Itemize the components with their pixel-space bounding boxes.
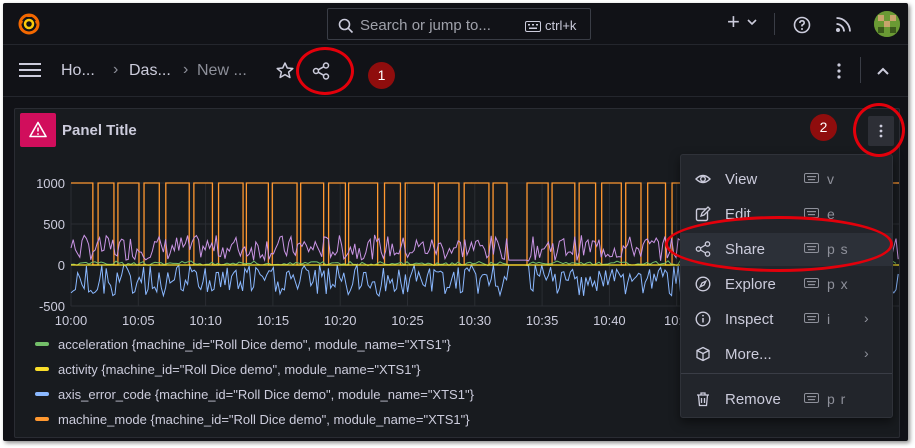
user-avatar[interactable] [874,11,900,37]
topbar-divider [774,13,775,35]
chevron-right-icon: › [864,345,869,361]
menu-item-inspect[interactable]: Inspect i › [681,303,892,336]
plus-icon: + [727,9,740,34]
legend-item-axis-error-code[interactable]: axis_error_code {machine_id="Roll Dice d… [35,387,474,402]
keyboard-icon [804,173,819,183]
breadcrumb-dashboards[interactable]: Das... [129,62,171,80]
x-tick-label: 10:15 [257,313,290,328]
edit-icon [695,206,711,222]
grafana-window: Search or jump to... ctrl+k + Ho... › Da… [3,3,908,441]
y-tick-label: -500 [39,299,65,314]
legend-item-acceleration[interactable]: acceleration {machine_id="Roll Dice demo… [35,337,451,352]
breadcrumb-home[interactable]: Ho... [61,62,95,80]
help-icon[interactable] [793,16,811,34]
keyboard-icon [804,278,819,288]
x-tick-label: 10:25 [391,313,424,328]
rss-icon[interactable] [835,16,852,33]
y-tick-label: 0 [58,258,65,273]
search-input[interactable]: Search or jump to... ctrl+k [327,8,591,40]
annotation-number-1: 1 [368,62,395,89]
legend-item-machine-mode[interactable]: machine_mode {machine_id="Roll Dice demo… [35,412,470,427]
info-icon [695,311,711,327]
keyboard-icon [525,21,541,32]
breadcrumb-separator: › [183,61,189,78]
x-tick-label: 10:00 [55,313,88,328]
menu-icon[interactable] [19,62,41,78]
new-button[interactable]: + [727,11,757,34]
legend-swatch [35,367,49,371]
keyboard-icon [804,313,819,323]
menu-item-remove[interactable]: Remove p r [681,383,892,416]
menu-divider [681,373,892,374]
keyboard-icon [804,393,819,403]
nav-divider [860,57,861,83]
chevron-up-icon[interactable] [876,66,890,76]
legend-swatch [35,417,49,421]
legend-item-activity[interactable]: activity {machine_id="Roll Dice demo", m… [35,362,420,377]
legend-swatch [35,342,49,346]
cube-icon [696,346,710,362]
legend-swatch [35,392,49,396]
avatar-pattern-icon [874,11,900,37]
breadcrumb-current: New ... [197,62,247,79]
x-tick-label: 10:20 [324,313,357,328]
x-tick-label: 10:05 [122,313,155,328]
annotation-circle-panel-menu [853,103,905,157]
y-tick-label: 1000 [36,176,65,191]
annotation-ellipse-share-item [665,216,893,272]
kebab-menu-icon[interactable] [837,62,841,80]
chevron-down-icon [747,19,757,26]
x-tick-label: 10:35 [526,313,559,328]
x-tick-label: 10:30 [459,313,492,328]
menu-item-view[interactable]: View v [681,163,892,196]
panel-context-menu: View v Edit e Share p s Explore p x Insp… [680,154,893,418]
menu-item-explore[interactable]: Explore p x [681,268,892,301]
chevron-right-icon: › [864,310,869,326]
trash-icon [697,392,709,407]
annotation-number-2: 2 [810,114,837,141]
menu-item-more[interactable]: More... › [681,338,892,371]
eye-icon [695,174,711,184]
x-tick-label: 10:40 [593,313,626,328]
breadcrumb-separator: › [113,61,119,78]
top-bar: Search or jump to... ctrl+k + [3,3,908,45]
nav-bar: Ho... › Das... › New ... [3,45,908,97]
search-icon [338,18,354,34]
grafana-logo-icon[interactable] [18,13,40,35]
search-placeholder: Search or jump to... [360,17,491,34]
y-tick-label: 500 [43,217,65,232]
compass-icon [695,276,711,292]
star-icon[interactable] [276,62,294,79]
x-tick-label: 10:10 [189,313,222,328]
search-shortcut: ctrl+k [525,18,576,33]
annotation-circle-share [296,47,354,95]
